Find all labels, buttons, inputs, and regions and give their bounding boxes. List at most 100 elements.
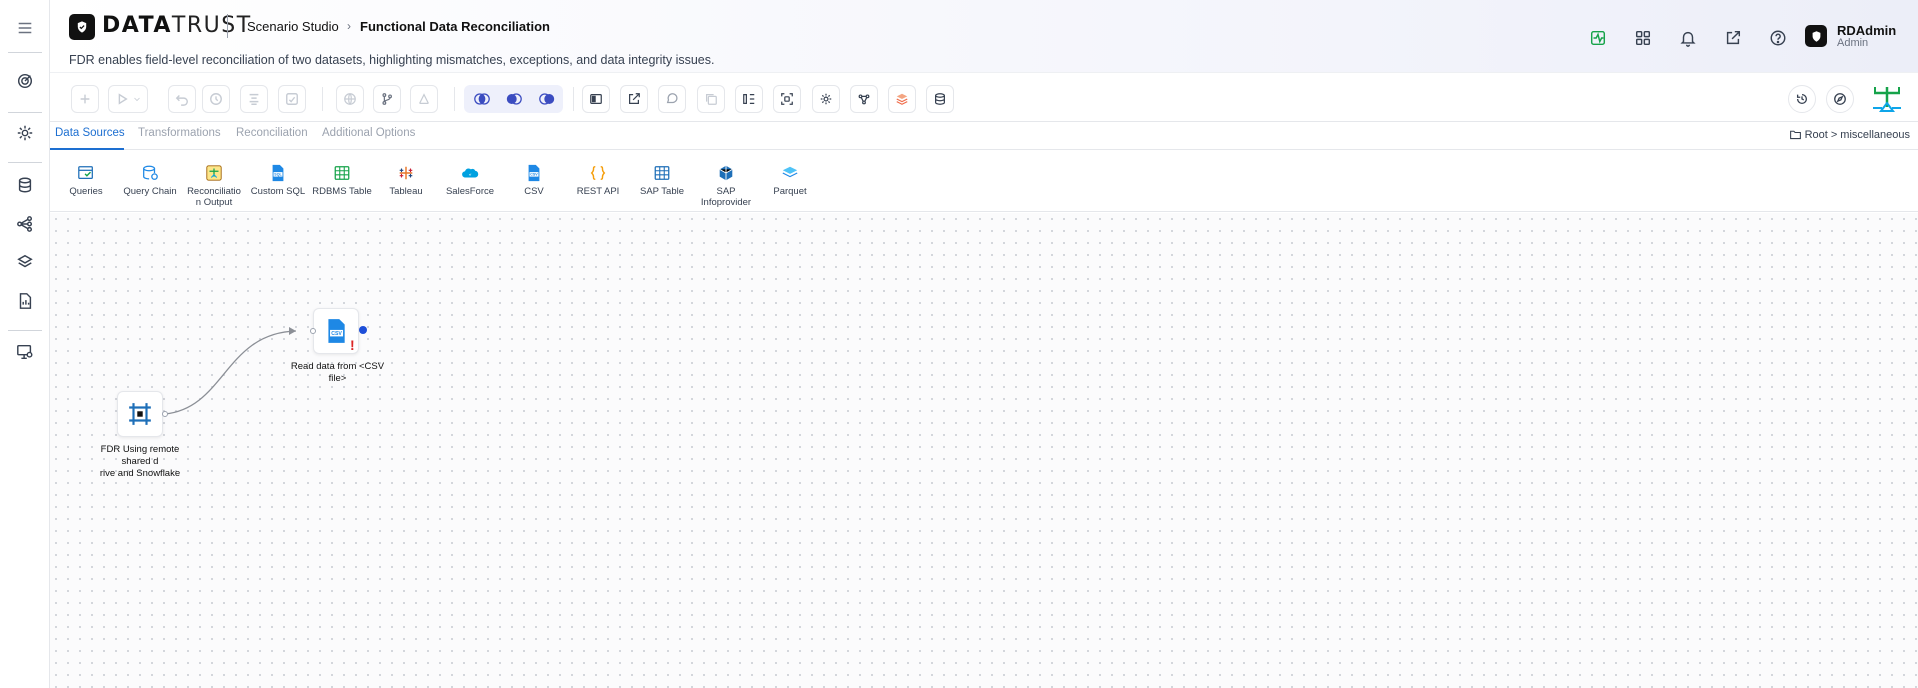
csv-source-node[interactable]: CSV !	[313, 308, 359, 354]
app-header: DATATRUST Scenario Studio › Functional D…	[50, 0, 1918, 72]
panel-toggle-icon[interactable]	[582, 85, 610, 113]
user-avatar[interactable]	[1805, 25, 1827, 47]
palette-item-custom-sql[interactable]: SQL Custom SQL	[248, 164, 308, 197]
folder-separator: >	[1830, 128, 1838, 141]
palette-item-parquet[interactable]: Parquet	[760, 164, 820, 197]
palette-label: SalesForce	[445, 186, 495, 197]
database-toolbar-icon[interactable]	[926, 85, 954, 113]
target-icon[interactable]	[12, 68, 38, 94]
palette-label: RDBMS Table	[312, 186, 372, 197]
restore-history-icon[interactable]	[1788, 85, 1816, 113]
compass-icon[interactable]	[1826, 85, 1854, 113]
palette-item-rest-api[interactable]: REST API	[568, 164, 628, 197]
tab-transformations[interactable]: Transformations	[138, 127, 221, 139]
canvas-settings-icon[interactable]	[812, 85, 840, 113]
tableau-icon	[399, 166, 413, 180]
activity-status-icon[interactable]	[1587, 27, 1609, 49]
left-join-icon[interactable]	[505, 90, 523, 108]
output-port[interactable]	[359, 326, 367, 334]
tab-data-sources[interactable]: Data Sources	[55, 127, 125, 139]
stack-layers-icon[interactable]	[888, 85, 916, 113]
input-port[interactable]	[310, 328, 316, 334]
left-navigation-rail	[0, 0, 50, 688]
connector-edge	[164, 330, 297, 415]
report-document-icon[interactable]	[12, 288, 38, 314]
workflow-network-icon[interactable]	[12, 211, 38, 237]
fit-view-icon[interactable]	[773, 85, 801, 113]
undo-icon[interactable]	[168, 85, 196, 113]
fdr-node-label: FDR Using remote shared d rive and Snowf…	[85, 444, 195, 480]
palette-label: Query Chain	[123, 186, 177, 197]
palette-label: Queries	[69, 186, 103, 197]
right-join-icon[interactable]	[538, 90, 556, 108]
svg-text:CSV: CSV	[530, 173, 538, 177]
salesforce-cloud-icon: sf	[462, 168, 479, 178]
fdr-label-line2: rive and Snowflake	[99, 468, 181, 479]
sap-table-icon	[654, 166, 670, 180]
palette-item-query-chain[interactable]: Query Chain	[120, 164, 180, 197]
palette-item-csv[interactable]: CSV CSV	[504, 164, 564, 197]
monitor-settings-icon[interactable]	[12, 339, 38, 365]
help-question-icon[interactable]	[1767, 27, 1789, 49]
svg-text:sf: sf	[469, 172, 472, 176]
inner-join-icon[interactable]	[473, 90, 491, 108]
globe-icon[interactable]	[336, 85, 364, 113]
svg-text:CSV: CSV	[331, 331, 342, 337]
hamburger-menu-icon[interactable]	[12, 15, 38, 41]
connector-arrowhead	[289, 327, 296, 335]
workflow-canvas[interactable]: CSV ! Read data from <CSV file> FDR Usin…	[50, 213, 1918, 688]
toolbar-divider	[322, 87, 323, 111]
brand-shield-logo-icon	[69, 14, 95, 40]
add-icon[interactable]	[71, 85, 99, 113]
layers-icon[interactable]	[12, 249, 38, 275]
comment-icon[interactable]	[658, 85, 686, 113]
tab-reconciliation[interactable]: Reconciliation	[236, 127, 308, 139]
csv-file-icon: CSV	[328, 319, 345, 343]
data-source-palette: Queries Query Chain Reconciliatio n Outp…	[50, 150, 1918, 212]
query-chain-icon	[143, 165, 158, 180]
tab-additional-options[interactable]: Additional Options	[322, 127, 415, 139]
palette-item-tableau[interactable]: Tableau	[376, 164, 436, 197]
export-icon[interactable]	[620, 85, 648, 113]
history-icon[interactable]	[202, 85, 230, 113]
user-name[interactable]: RDAdmin	[1837, 23, 1896, 38]
edit-check-icon[interactable]	[278, 85, 306, 113]
reconciliation-output-icon	[206, 165, 222, 181]
palette-label: Custom SQL	[250, 186, 306, 197]
palette-item-sap-table[interactable]: SAP Table	[632, 164, 692, 197]
palette-item-salesforce[interactable]: sf SalesForce	[440, 164, 500, 197]
parquet-icon	[782, 166, 798, 178]
reconciliation-balance-icon[interactable]	[1870, 81, 1904, 115]
toolbar-divider	[454, 87, 455, 111]
folder-path-breadcrumb[interactable]: Root > miscellaneous	[1789, 128, 1910, 141]
copy-icon[interactable]	[697, 85, 725, 113]
run-icon[interactable]	[108, 85, 148, 113]
palette-item-rdbms-table[interactable]: RDBMS Table	[312, 164, 372, 197]
warning-exclamation-icon: !	[350, 337, 355, 353]
palette-item-sap-infoprovider[interactable]: SAP Infoprovider	[696, 164, 756, 208]
external-link-icon[interactable]	[1722, 27, 1744, 49]
palette-label: Reconciliatio n Output	[187, 186, 241, 208]
rail-divider	[8, 162, 42, 163]
settings-gear-icon[interactable]	[12, 120, 38, 146]
fdr-label-line1: FDR Using remote shared d	[100, 444, 180, 467]
database-icon[interactable]	[12, 172, 38, 198]
breadcrumb-scenario-studio[interactable]: Scenario Studio	[247, 19, 339, 34]
split-icon[interactable]	[410, 85, 438, 113]
palette-item-reconciliation-output[interactable]: Reconciliatio n Output	[184, 164, 244, 208]
palette-label: REST API	[576, 186, 620, 197]
output-port[interactable]	[162, 411, 168, 417]
palette-label: Tableau	[389, 186, 423, 197]
branch-icon[interactable]	[373, 85, 401, 113]
fdr-scenario-node[interactable]	[117, 391, 163, 437]
align-icon[interactable]	[240, 85, 268, 113]
distribute-icon[interactable]	[735, 85, 763, 113]
sql-file-icon: SQL	[272, 164, 284, 182]
apps-grid-icon[interactable]	[1632, 27, 1654, 49]
palette-item-queries[interactable]: Queries	[56, 164, 116, 197]
folder-name: miscellaneous	[1840, 128, 1910, 141]
connector-layer	[164, 327, 297, 415]
node-link-icon[interactable]	[850, 85, 878, 113]
queries-icon	[78, 166, 93, 180]
notification-bell-icon[interactable]	[1677, 27, 1699, 49]
